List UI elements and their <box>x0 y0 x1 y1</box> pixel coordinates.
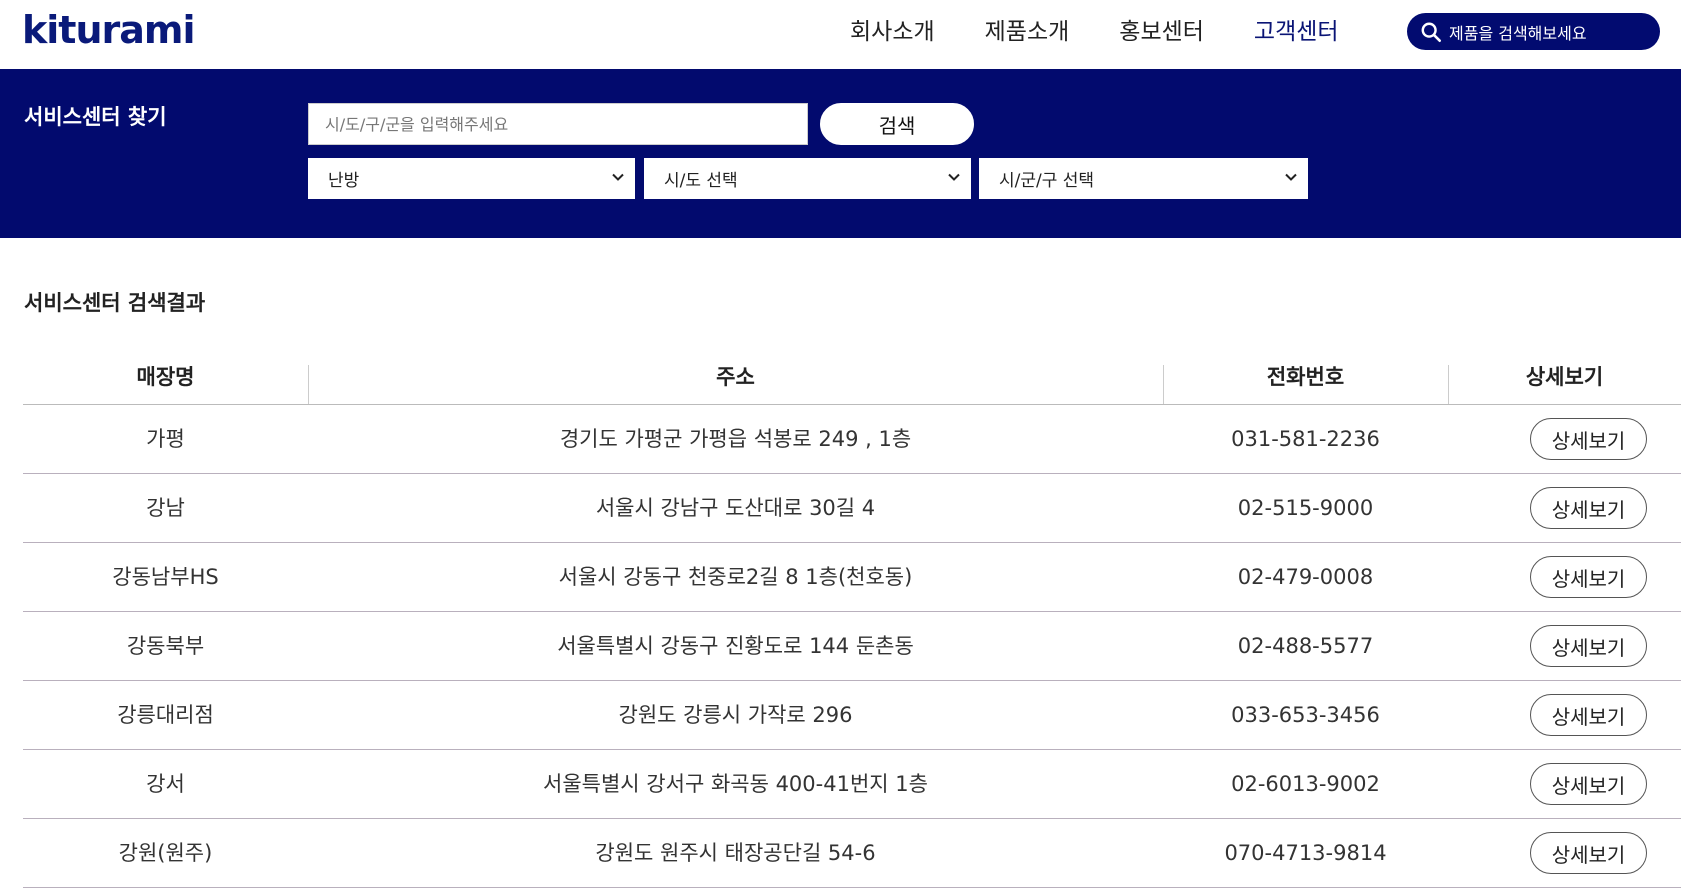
detail-button[interactable]: 상세보기 <box>1530 763 1647 805</box>
store-phone: 070-4713-9814 <box>1224 841 1387 865</box>
store-address: 서울특별시 강동구 진황도로 144 둔촌동 <box>557 634 914 658</box>
table-row: 강동남부HS 서울시 강동구 천중로2길 8 1층(천호동) 02-479-00… <box>23 543 1681 612</box>
category-select-value: 난방 <box>328 171 360 191</box>
product-search-placeholder: 제품을 검색해보세요 <box>1449 23 1587 43</box>
district-select[interactable]: 시/군/구 선택 <box>979 158 1308 199</box>
results-title: 서비스센터 검색결과 <box>24 291 206 315</box>
district-select-value: 시/군/구 선택 <box>999 171 1095 191</box>
product-search-button[interactable]: 제품을 검색해보세요 <box>1407 13 1660 50</box>
province-select-value: 시/도 선택 <box>664 171 738 191</box>
store-address: 강원도 강릉시 가작로 296 <box>618 703 853 727</box>
store-address: 서울시 강동구 천중로2길 8 1층(천호동) <box>558 565 913 589</box>
search-icon <box>1421 22 1441 42</box>
store-name: 강릉대리점 <box>117 703 214 727</box>
detail-button[interactable]: 상세보기 <box>1530 556 1647 598</box>
province-select[interactable]: 시/도 선택 <box>644 158 971 199</box>
detail-button[interactable]: 상세보기 <box>1530 487 1647 529</box>
category-select[interactable]: 난방 <box>308 158 635 199</box>
store-address: 서울특별시 강서구 화곡동 400-41번지 1층 <box>543 772 928 796</box>
column-header-phone: 전화번호 <box>1266 365 1345 389</box>
store-name: 강동북부 <box>126 634 205 658</box>
table-row: 가평 경기도 가평군 가평읍 석봉로 249 , 1층 031-581-2236… <box>23 405 1681 474</box>
nav-item-products[interactable]: 제품소개 <box>985 0 1070 64</box>
detail-button[interactable]: 상세보기 <box>1530 832 1647 874</box>
chevron-down-icon <box>1285 173 1297 181</box>
results-table: 매장명 주소 전화번호 상세보기 가평 경기도 가평군 가평읍 석봉로 249 … <box>23 357 1681 888</box>
store-name: 강원(원주) <box>118 841 213 865</box>
table-row: 강동북부 서울특별시 강동구 진황도로 144 둔촌동 02-488-5577 … <box>23 612 1681 681</box>
column-header-address: 주소 <box>716 365 755 389</box>
nav-item-customer[interactable]: 고객센터 <box>1254 0 1339 64</box>
column-header-detail: 상세보기 <box>1525 365 1604 389</box>
detail-button[interactable]: 상세보기 <box>1530 625 1647 667</box>
detail-button[interactable]: 상세보기 <box>1530 694 1647 736</box>
nav-item-company[interactable]: 회사소개 <box>850 0 935 64</box>
store-address: 강원도 원주시 태장공단길 54-6 <box>595 841 876 865</box>
region-search-input[interactable] <box>308 103 808 145</box>
table-row: 강원(원주) 강원도 원주시 태장공단길 54-6 070-4713-9814 … <box>23 819 1681 888</box>
service-search-title: 서비스센터 찾기 <box>24 105 167 129</box>
table-row: 강릉대리점 강원도 강릉시 가작로 296 033-653-3456 상세보기 <box>23 681 1681 750</box>
store-name: 가평 <box>146 427 185 451</box>
detail-button[interactable]: 상세보기 <box>1530 418 1647 460</box>
chevron-down-icon <box>948 173 960 181</box>
store-phone: 031-581-2236 <box>1231 427 1380 451</box>
store-phone: 02-6013-9002 <box>1231 772 1380 796</box>
table-row: 강서 서울특별시 강서구 화곡동 400-41번지 1층 02-6013-900… <box>23 750 1681 819</box>
service-search-panel: 서비스센터 찾기 검색 난방 시/도 선택 시/군/구 선택 <box>0 69 1681 238</box>
column-header-name: 매장명 <box>136 365 195 389</box>
store-phone: 02-515-9000 <box>1237 496 1374 520</box>
table-header: 매장명 주소 전화번호 상세보기 <box>23 357 1681 405</box>
kiturami-logo[interactable]: kiturami <box>22 6 196 54</box>
search-button[interactable]: 검색 <box>820 103 974 145</box>
store-name: 강서 <box>146 772 185 796</box>
store-address: 경기도 가평군 가평읍 석봉로 249 , 1층 <box>559 427 912 451</box>
store-phone: 033-653-3456 <box>1231 703 1380 727</box>
table-row: 강남 서울시 강남구 도산대로 30길 4 02-515-9000 상세보기 <box>23 474 1681 543</box>
store-name: 강남 <box>146 496 185 520</box>
main-nav: 회사소개 제품소개 홍보센터 고객센터 <box>850 0 1389 64</box>
chevron-down-icon <box>612 173 624 181</box>
store-name: 강동남부HS <box>112 565 219 589</box>
store-address: 서울시 강남구 도산대로 30길 4 <box>595 496 876 520</box>
store-phone: 02-479-0008 <box>1237 565 1374 589</box>
logo-text: kiturami <box>22 8 196 52</box>
nav-item-pr[interactable]: 홍보센터 <box>1119 0 1204 64</box>
store-phone: 02-488-5577 <box>1237 634 1374 658</box>
site-header: kiturami 회사소개 제품소개 홍보센터 고객센터 제품을 검색해보세요 <box>0 0 1681 69</box>
